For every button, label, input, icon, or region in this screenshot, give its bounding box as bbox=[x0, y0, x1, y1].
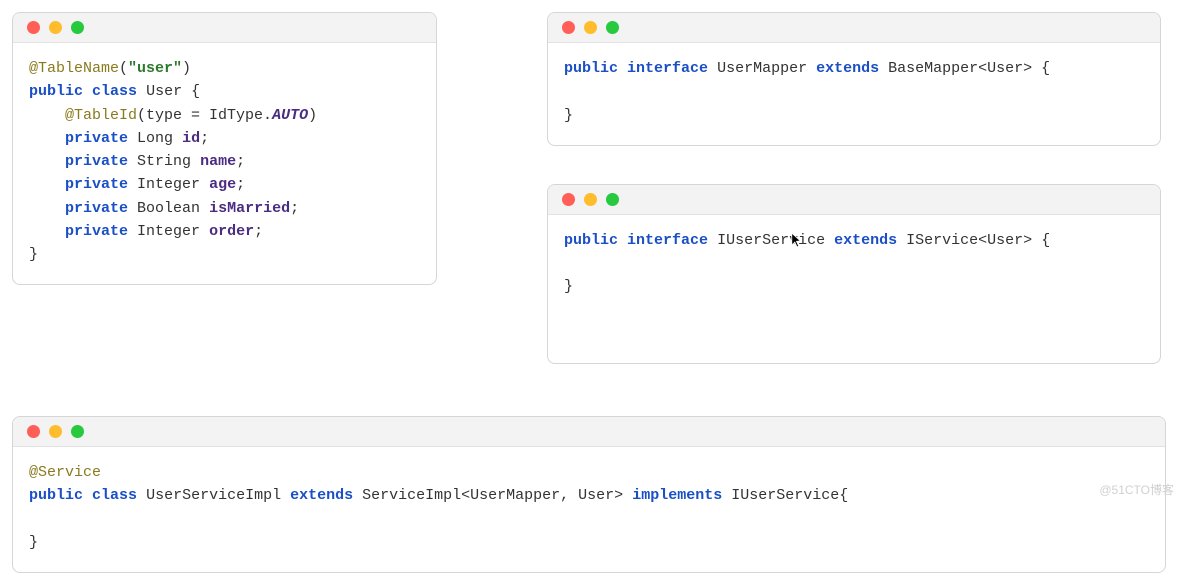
close-icon[interactable] bbox=[562, 21, 575, 34]
window-titlebar bbox=[13, 13, 436, 43]
code-token: AUTO bbox=[272, 107, 308, 124]
code-token: User bbox=[146, 83, 182, 100]
code-token: extends bbox=[290, 487, 353, 504]
code-token: private bbox=[65, 176, 128, 193]
code-token: private bbox=[65, 130, 128, 147]
code-token: ; bbox=[236, 176, 245, 193]
code-token: private bbox=[65, 223, 128, 240]
code-token: ; bbox=[290, 200, 299, 217]
close-icon[interactable] bbox=[27, 425, 40, 438]
close-icon[interactable] bbox=[562, 193, 575, 206]
code-token: private bbox=[65, 200, 128, 217]
code-token: ServiceImpl<UserMapper, User> bbox=[362, 487, 623, 504]
code-token: } bbox=[29, 246, 38, 263]
code-token: private bbox=[65, 153, 128, 170]
code-token: { bbox=[1041, 232, 1050, 249]
minimize-icon[interactable] bbox=[584, 21, 597, 34]
code-token: ( bbox=[119, 60, 128, 77]
code-token: order bbox=[209, 223, 254, 240]
code-token: BaseMapper<User> bbox=[888, 60, 1032, 77]
code-token: Boolean bbox=[137, 200, 200, 217]
code-token: Long bbox=[137, 130, 173, 147]
code-token: @TableName bbox=[29, 60, 119, 77]
code-token: name bbox=[200, 153, 236, 170]
code-token: extends bbox=[834, 232, 897, 249]
close-icon[interactable] bbox=[27, 21, 40, 34]
window-titlebar bbox=[548, 13, 1160, 43]
maximize-icon[interactable] bbox=[606, 193, 619, 206]
code-token: id bbox=[182, 130, 200, 147]
code-token: { bbox=[191, 83, 200, 100]
minimize-icon[interactable] bbox=[584, 193, 597, 206]
code-token: } bbox=[564, 107, 573, 124]
code-block: @TableName("user") public class User { @… bbox=[13, 43, 436, 284]
code-window-user-mapper: public interface UserMapper extends Base… bbox=[547, 12, 1161, 146]
code-token: extends bbox=[816, 60, 879, 77]
code-token: { bbox=[1041, 60, 1050, 77]
code-token: interface bbox=[627, 60, 708, 77]
window-titlebar bbox=[13, 417, 1165, 447]
code-token: ; bbox=[254, 223, 263, 240]
code-token: interface bbox=[627, 232, 708, 249]
code-token: UserMapper bbox=[717, 60, 807, 77]
code-token: age bbox=[209, 176, 236, 193]
code-token: Integer bbox=[137, 223, 200, 240]
code-token: IUserService bbox=[717, 232, 825, 249]
code-token: public bbox=[564, 60, 618, 77]
code-block: @Service public class UserServiceImpl ex… bbox=[13, 447, 1165, 572]
code-token: } bbox=[29, 534, 38, 551]
code-window-iuser-service: public interface IUserService extends IS… bbox=[547, 184, 1161, 364]
code-token: @Service bbox=[29, 464, 101, 481]
code-token: class bbox=[92, 487, 137, 504]
code-block: public interface UserMapper extends Base… bbox=[548, 43, 1160, 145]
code-token: } bbox=[564, 278, 573, 295]
code-token: IUserService bbox=[731, 487, 839, 504]
code-token: { bbox=[839, 487, 848, 504]
code-window-user-class: @TableName("user") public class User { @… bbox=[12, 12, 437, 285]
code-token: isMarried bbox=[209, 200, 290, 217]
code-token: "user" bbox=[128, 60, 182, 77]
maximize-icon[interactable] bbox=[71, 425, 84, 438]
code-token: Integer bbox=[137, 176, 200, 193]
minimize-icon[interactable] bbox=[49, 425, 62, 438]
code-token: UserServiceImpl bbox=[146, 487, 281, 504]
code-token: String bbox=[137, 153, 191, 170]
code-window-user-service-impl: @Service public class UserServiceImpl ex… bbox=[12, 416, 1166, 573]
window-titlebar bbox=[548, 185, 1160, 215]
code-token: @TableId bbox=[65, 107, 137, 124]
code-token: implements bbox=[632, 487, 722, 504]
minimize-icon[interactable] bbox=[49, 21, 62, 34]
watermark-text: @51CTO博客 bbox=[1099, 481, 1174, 500]
code-token: ) bbox=[308, 107, 317, 124]
code-token: (type = IdType. bbox=[137, 107, 272, 124]
code-block: public interface IUserService extends IS… bbox=[548, 215, 1160, 363]
code-token: public bbox=[29, 487, 83, 504]
code-token: ; bbox=[200, 130, 209, 147]
code-token: IService<User> bbox=[906, 232, 1032, 249]
maximize-icon[interactable] bbox=[606, 21, 619, 34]
code-token: public bbox=[564, 232, 618, 249]
code-token: ; bbox=[236, 153, 245, 170]
code-token: class bbox=[92, 83, 137, 100]
code-token: public bbox=[29, 83, 83, 100]
maximize-icon[interactable] bbox=[71, 21, 84, 34]
code-token: ) bbox=[182, 60, 191, 77]
